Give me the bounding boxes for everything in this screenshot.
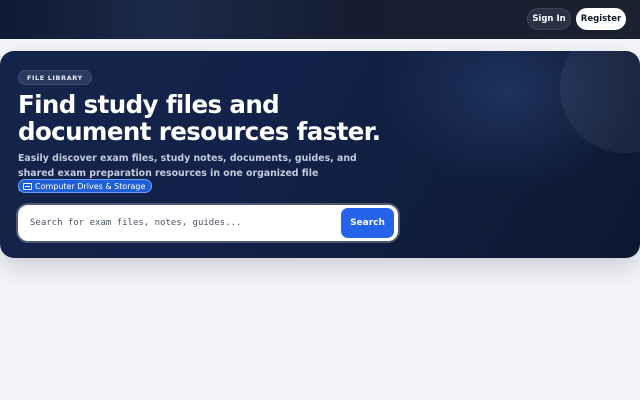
search-input[interactable]: [30, 212, 330, 234]
hero-title-line-2: document resources faster.: [18, 117, 381, 146]
category-tag-label: Computer Drives & Storage: [35, 181, 146, 191]
file-library-badge: FILE LIBRARY: [18, 70, 92, 85]
search-button[interactable]: Search: [341, 208, 394, 238]
search-box: Search: [18, 205, 398, 241]
top-navigation-bar: Sign In Register: [0, 0, 640, 39]
sign-in-button[interactable]: Sign In: [527, 8, 571, 30]
hero-section: FILE LIBRARY Find study files and docume…: [0, 51, 640, 258]
hero-title-line-1: Find study files and: [18, 90, 280, 119]
drive-icon: [23, 182, 32, 190]
register-button[interactable]: Register: [576, 8, 626, 30]
category-tag-computer-drives[interactable]: Computer Drives & Storage: [18, 179, 153, 193]
hero-title: Find study files and document resources …: [18, 91, 438, 145]
